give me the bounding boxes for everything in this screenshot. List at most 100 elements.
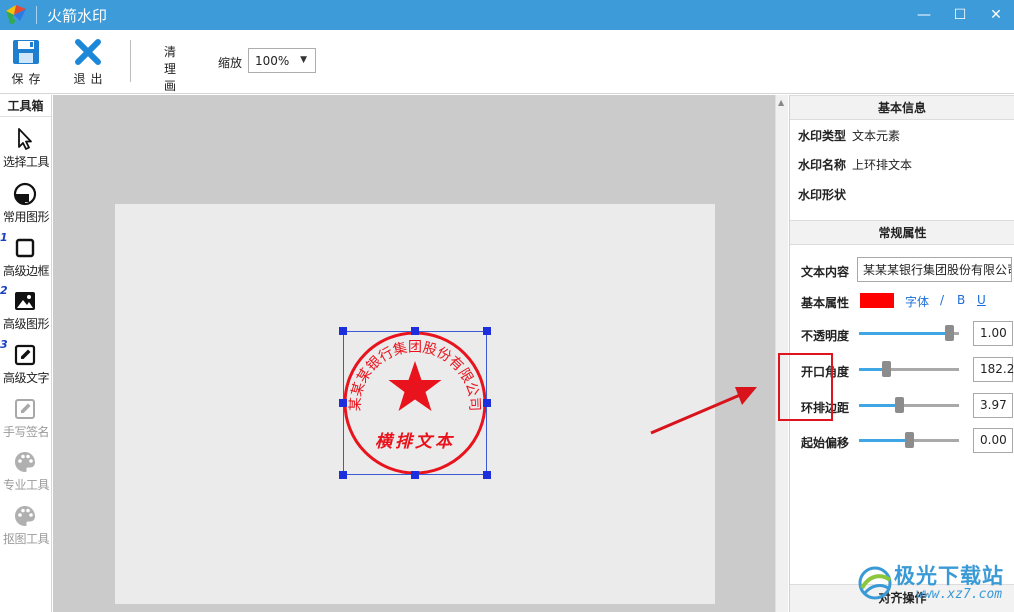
open-angle-slider[interactable]: [859, 361, 959, 377]
minimize-button[interactable]: —: [906, 0, 942, 30]
tool-cutout[interactable]: 抠图工具: [0, 502, 52, 552]
chevron-down-icon: ▼: [300, 55, 307, 65]
highlight-annotation-box: [778, 353, 833, 421]
title-bar: 火箭水印 — ☐ ✕: [0, 0, 1014, 30]
info-row-type: 水印类型 文本元素: [798, 127, 900, 144]
aurora-logo-icon: [858, 566, 892, 600]
start-offset-value[interactable]: 0.00: [973, 428, 1013, 453]
text-color-swatch[interactable]: [860, 293, 894, 308]
app-title: 火箭水印: [47, 6, 108, 25]
signature-icon: [15, 399, 35, 419]
resize-handle-nw[interactable]: [339, 327, 347, 335]
resize-handle-sw[interactable]: [339, 471, 347, 479]
exit-button[interactable]: 退出: [68, 38, 108, 87]
scroll-up-icon[interactable]: ▲: [778, 98, 784, 107]
info-shape-key: 水印形状: [798, 188, 847, 202]
cursor-icon: [18, 128, 32, 150]
bold-toggle[interactable]: B: [957, 293, 965, 307]
info-row-name: 水印名称 上环排文本: [798, 156, 912, 173]
resize-handle-se[interactable]: [483, 471, 491, 479]
ring-spacing-slider-thumb[interactable]: [895, 397, 904, 413]
save-label: 保存: [11, 72, 46, 86]
tool-signature[interactable]: 手写签名: [0, 395, 52, 445]
resize-handle-n[interactable]: [411, 327, 419, 335]
resize-handle-ne[interactable]: [483, 327, 491, 335]
resize-handle-e[interactable]: [483, 399, 491, 407]
watermark-title: 极光下载站: [894, 564, 1004, 588]
open-angle-value[interactable]: 182.2: [973, 357, 1014, 382]
info-name-value: 上环排文本: [852, 158, 913, 172]
clear-label-line1: 清理: [164, 45, 182, 76]
info-type-value: 文本元素: [852, 129, 901, 143]
basic-info-header: 基本信息: [790, 95, 1014, 120]
start-offset-slider-fill: [859, 439, 909, 442]
exit-label: 退出: [73, 72, 108, 86]
resize-handle-w[interactable]: [339, 399, 347, 407]
save-button[interactable]: 保存: [6, 38, 46, 87]
close-button[interactable]: ✕: [978, 0, 1014, 30]
opacity-value[interactable]: 1.00: [973, 321, 1013, 346]
tool-advanced-text[interactable]: 3 高级文字: [0, 338, 52, 391]
zoom-value: 100%: [255, 53, 290, 68]
italic-toggle[interactable]: /: [940, 293, 944, 307]
open-angle-slider-thumb[interactable]: [882, 361, 891, 377]
palette-icon: [15, 452, 35, 472]
ring-spacing-slider-fill: [859, 404, 899, 407]
canvas-area[interactable]: 某某某银行集团股份有限公司 横排文本: [53, 95, 775, 612]
palette-icon: [15, 506, 35, 526]
ring-spacing-slider[interactable]: [859, 397, 959, 413]
tool-select[interactable]: 选择工具: [0, 125, 52, 175]
image-icon: [15, 292, 35, 310]
tool-cutout-label: 抠图工具: [2, 532, 50, 546]
tool-professional[interactable]: 专业工具: [0, 448, 52, 498]
text-content-input[interactable]: 某某某银行集团股份有限公司: [857, 257, 1012, 282]
shape-icon: [13, 182, 37, 206]
tool-advanced-graphic[interactable]: 2 高级图形: [0, 284, 52, 337]
start-offset-slider-thumb[interactable]: [905, 432, 914, 448]
opacity-slider-fill: [859, 332, 949, 335]
ring-spacing-value[interactable]: 3.97: [973, 393, 1013, 418]
tool-common-shape-label: 常用图形: [2, 210, 50, 224]
tool-number-2: 2: [0, 284, 8, 297]
text-content-label: 文本内容: [801, 265, 850, 279]
start-offset-label: 起始偏移: [801, 436, 850, 450]
start-offset-slider[interactable]: [859, 432, 959, 448]
basic-attr-label: 基本属性: [801, 296, 850, 310]
tool-advanced-border[interactable]: 1 高级边框: [0, 231, 52, 284]
info-row-shape: 水印形状: [798, 186, 852, 203]
zoom-select[interactable]: 100% ▼: [248, 48, 316, 73]
opacity-slider[interactable]: [859, 325, 959, 341]
tool-signature-label: 手写签名: [2, 425, 50, 439]
tool-select-label: 选择工具: [2, 155, 50, 169]
general-props-header: 常规属性: [790, 220, 1014, 245]
toolbox: 工具箱 选择工具 常用图形 1 高级边框 2 高级图形 3 高级文字 手写签名 …: [0, 95, 52, 612]
info-name-key: 水印名称: [798, 158, 847, 172]
site-watermark: 极光下载站 www.xz7.com: [856, 560, 1014, 606]
tool-advanced-text-label: 高级文字: [2, 371, 50, 385]
underline-toggle[interactable]: U: [977, 293, 986, 307]
watermark-url: www.xz7.com: [916, 587, 1003, 602]
tool-advanced-border-label: 高级边框: [2, 264, 50, 278]
close-x-icon: [75, 39, 101, 65]
tool-common-shape[interactable]: 常用图形: [0, 180, 52, 230]
save-icon: [13, 40, 39, 64]
annotation-arrow: [650, 387, 757, 435]
font-link[interactable]: 字体: [905, 293, 929, 310]
info-type-key: 水印类型: [798, 129, 847, 143]
toolbox-title: 工具箱: [0, 95, 51, 117]
opacity-label: 不透明度: [801, 329, 850, 343]
selection-box[interactable]: [339, 327, 491, 479]
opacity-slider-thumb[interactable]: [945, 325, 954, 341]
toolbar-divider: [130, 40, 131, 82]
edit-text-icon: [14, 344, 36, 366]
app-logo-icon: [2, 1, 30, 29]
tool-number-1: 1: [0, 231, 8, 244]
tool-advanced-graphic-label: 高级图形: [2, 317, 50, 331]
maximize-button[interactable]: ☐: [942, 0, 978, 30]
square-frame-icon: [15, 238, 35, 258]
main-toolbar: 保存 退出 清理 画布 缩放 100% ▼: [0, 30, 1014, 110]
tool-number-3: 3: [0, 338, 8, 351]
window-controls: — ☐ ✕: [906, 0, 1014, 30]
resize-handle-s[interactable]: [411, 471, 419, 479]
tool-professional-label: 专业工具: [2, 478, 50, 492]
